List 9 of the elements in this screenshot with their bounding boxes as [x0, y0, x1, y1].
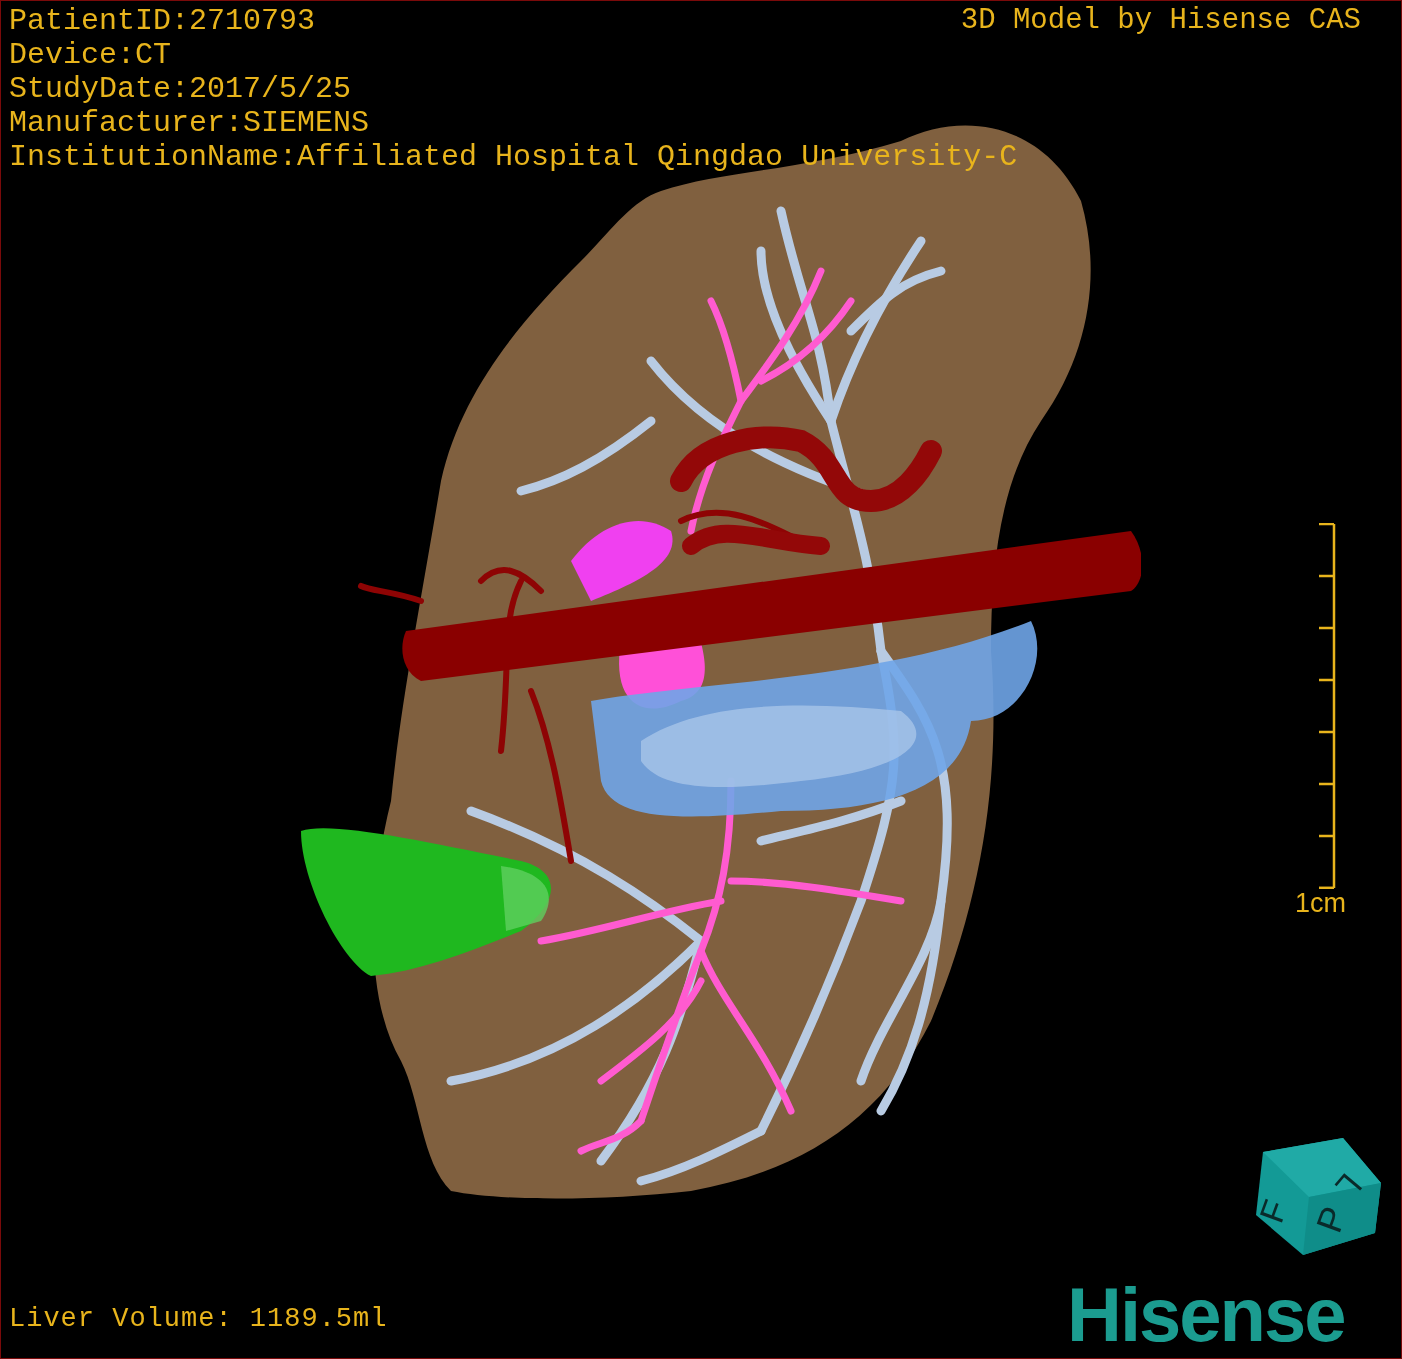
- brand-logo: Hisense: [1067, 1273, 1345, 1357]
- patient-info-text: Manufacturer:SIEMENS: [9, 106, 370, 140]
- credit-text: 3D Model by Hisense CAS: [960, 4, 1361, 38]
- liver-volume-text: Liver Volume: 1189.5ml: [9, 1303, 388, 1336]
- patient-info-text: Device:CT: [9, 38, 172, 72]
- patient-info-text: PatientID:2710793: [9, 4, 316, 38]
- patient-info-text: StudyDate:2017/5/25: [9, 72, 352, 106]
- patient-info-text: InstitutionName:Affiliated Hospital Qingdao University-C: [9, 140, 1018, 174]
- scale-label: 1cm: [1295, 887, 1346, 919]
